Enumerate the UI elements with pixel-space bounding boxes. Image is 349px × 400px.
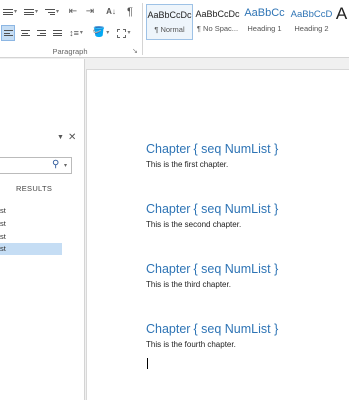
justify-icon bbox=[52, 30, 62, 36]
sort-button[interactable]: A↓ bbox=[104, 4, 118, 20]
multilevel-list-button[interactable]: ▾ bbox=[43, 4, 61, 20]
chapter-body[interactable]: This is the second chapter. bbox=[146, 220, 241, 229]
style-heading-2[interactable]: AaBbCcD Heading 2 bbox=[288, 4, 335, 40]
increase-indent-icon: ⇥ bbox=[85, 6, 95, 17]
shading-button[interactable]: 🪣 ▾ bbox=[91, 25, 111, 41]
style-name: ¶ Normal bbox=[154, 24, 185, 34]
chevron-down-icon: ▾ bbox=[127, 30, 131, 36]
chapter-heading[interactable]: Chapter{ seq NumList } bbox=[146, 322, 278, 336]
style-sample: AaBbCcDc bbox=[195, 9, 240, 19]
close-icon[interactable]: ✕ bbox=[68, 132, 76, 143]
chevron-down-icon: ▾ bbox=[55, 9, 59, 15]
style-name: Heading 1 bbox=[247, 24, 282, 34]
align-left-button[interactable] bbox=[1, 25, 15, 41]
chevron-down-icon: ▾ bbox=[34, 9, 38, 15]
decrease-indent-icon: ⇤ bbox=[68, 6, 78, 17]
align-right-icon bbox=[36, 30, 46, 36]
line-spacing-button[interactable]: ↕≡ ▾ bbox=[67, 25, 85, 41]
dialog-launcher-icon[interactable]: ↘ bbox=[132, 47, 138, 55]
chapter-title: Chapter bbox=[146, 322, 191, 336]
chevron-down-icon: ▾ bbox=[13, 9, 17, 15]
navigation-pane: ▼ ✕ ⚲ ▾ RESULTS st st st st bbox=[0, 59, 85, 400]
show-formatting-button[interactable]: ¶ bbox=[123, 4, 137, 20]
increase-indent-button[interactable]: ⇥ bbox=[83, 4, 97, 20]
chevron-down-icon: ▾ bbox=[106, 30, 110, 36]
style-sample: AaBbCc bbox=[244, 7, 285, 19]
bullets-button[interactable]: ▾ bbox=[1, 4, 19, 20]
pane-options-icon[interactable]: ▼ bbox=[57, 134, 64, 141]
align-center-button[interactable] bbox=[18, 25, 32, 41]
borders-button[interactable]: ▾ bbox=[114, 25, 134, 41]
align-right-button[interactable] bbox=[34, 25, 48, 41]
chapter-heading[interactable]: Chapter{ seq NumList } bbox=[146, 142, 278, 156]
chapter-title: Chapter bbox=[146, 202, 191, 216]
style-name: ¶ No Spac... bbox=[196, 23, 239, 33]
chapter-title: Chapter bbox=[146, 262, 191, 276]
paragraph-group-label: Paragraph bbox=[52, 47, 88, 56]
style-sample: AaBbCcDc bbox=[147, 10, 192, 20]
style-heading-1[interactable]: AaBbCc Heading 1 bbox=[241, 4, 288, 40]
chevron-down-icon: ▾ bbox=[79, 30, 83, 36]
document-page[interactable]: Chapter{ seq NumList } This is the first… bbox=[86, 69, 349, 400]
style-sample: A bbox=[335, 4, 348, 23]
sort-icon: A↓ bbox=[106, 7, 116, 16]
style-title[interactable]: A bbox=[334, 4, 349, 40]
paint-bucket-icon: 🪣 bbox=[92, 27, 106, 38]
line-spacing-icon: ↕≡ bbox=[69, 27, 79, 38]
align-left-icon bbox=[3, 30, 13, 36]
seq-field-code[interactable]: { seq NumList } bbox=[193, 142, 278, 156]
chevron-down-icon[interactable]: ▾ bbox=[64, 162, 67, 169]
seq-field-code[interactable]: { seq NumList } bbox=[193, 202, 278, 216]
chapter-heading[interactable]: Chapter{ seq NumList } bbox=[146, 202, 278, 216]
numbering-icon bbox=[23, 9, 34, 15]
chapter-body[interactable]: This is the third chapter. bbox=[146, 280, 231, 289]
chapter-body[interactable]: This is the fourth chapter. bbox=[146, 340, 236, 349]
search-input[interactable]: ⚲ ▾ bbox=[0, 157, 72, 174]
decrease-indent-button[interactable]: ⇤ bbox=[66, 4, 80, 20]
style-name: Heading 2 bbox=[294, 24, 329, 34]
text-caret bbox=[147, 358, 148, 369]
numbering-button[interactable]: ▾ bbox=[22, 4, 40, 20]
search-icon[interactable]: ⚲ bbox=[52, 159, 59, 170]
ribbon: ▾ ▾ ▾ ⇤ ⇥ A↓ ¶ ↕≡ ▾ 🪣 ▾ ▾ Paragraph ↘ AaB bbox=[0, 0, 349, 58]
chapter-heading[interactable]: Chapter{ seq NumList } bbox=[146, 262, 278, 276]
tab-results[interactable]: RESULTS bbox=[16, 184, 52, 193]
borders-icon bbox=[117, 28, 127, 38]
justify-button[interactable] bbox=[50, 25, 64, 41]
style-sample: AaBbCcD bbox=[290, 9, 333, 20]
seq-field-code[interactable]: { seq NumList } bbox=[193, 322, 278, 336]
list-item[interactable]: st bbox=[0, 205, 62, 217]
list-item[interactable]: st bbox=[0, 218, 62, 230]
chapter-body[interactable]: This is the first chapter. bbox=[146, 160, 228, 169]
list-item[interactable]: st bbox=[0, 231, 62, 243]
seq-field-code[interactable]: { seq NumList } bbox=[193, 262, 278, 276]
bullets-icon bbox=[2, 9, 13, 15]
multilevel-list-icon bbox=[44, 9, 55, 15]
chapter-title: Chapter bbox=[146, 142, 191, 156]
list-item-selected[interactable]: st bbox=[0, 243, 62, 255]
style-normal[interactable]: AaBbCcDc ¶ Normal bbox=[146, 4, 193, 40]
group-separator bbox=[142, 3, 143, 55]
align-center-icon bbox=[20, 30, 30, 36]
style-no-spacing[interactable]: AaBbCcDc ¶ No Spac... bbox=[194, 4, 241, 40]
pilcrow-icon: ¶ bbox=[127, 5, 133, 18]
